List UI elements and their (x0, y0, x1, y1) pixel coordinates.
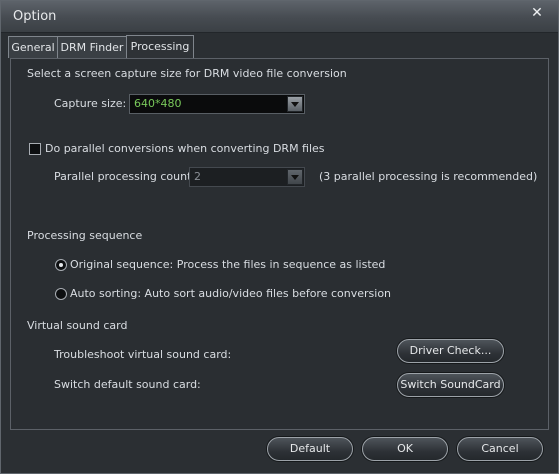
parallel-count-select[interactable]: 2 (189, 167, 305, 187)
capture-size-select[interactable]: 640*480 (129, 94, 305, 114)
capture-size-value: 640*480 (134, 97, 182, 110)
parallel-count-value: 2 (194, 170, 201, 183)
capture-size-label: Capture size: (54, 97, 127, 110)
title-bar[interactable]: Option ✕ (1, 1, 558, 33)
parallel-count-label: Parallel processing count: (54, 170, 196, 183)
parallel-count-note: (3 parallel processing is recommended) (319, 170, 538, 183)
switch-soundcard-button[interactable]: Switch SoundCard (397, 373, 504, 397)
cancel-button[interactable]: Cancel (457, 437, 543, 461)
original-sequence-label: Original sequence: Process the files in … (70, 258, 386, 271)
chevron-down-icon[interactable] (287, 96, 303, 112)
parallel-conversion-checkbox[interactable] (29, 143, 41, 155)
driver-check-button[interactable]: Driver Check... (397, 339, 504, 363)
chevron-down-icon[interactable] (287, 169, 303, 185)
original-sequence-radio[interactable] (55, 259, 67, 271)
switch-sound-card-label: Switch default sound card: (54, 378, 201, 391)
parallel-conversion-label: Do parallel conversions when converting … (45, 142, 325, 155)
dialog-title: Option (13, 9, 57, 24)
tab-general[interactable]: General (8, 36, 58, 58)
auto-sorting-radio[interactable] (55, 288, 67, 300)
virtual-sound-card-heading: Virtual sound card (27, 319, 128, 332)
default-button[interactable]: Default (267, 437, 353, 461)
ok-button[interactable]: OK (362, 437, 448, 461)
tab-drm-finder[interactable]: DRM Finder (57, 36, 127, 58)
processing-sequence-heading: Processing sequence (27, 229, 143, 242)
close-icon[interactable]: ✕ (527, 4, 547, 22)
processing-panel: Select a screen capture size for DRM vid… (10, 58, 549, 430)
auto-sorting-label: Auto sorting: Auto sort audio/video file… (70, 287, 392, 300)
tab-processing[interactable]: Processing (126, 35, 194, 59)
option-dialog: Option ✕ General DRM Finder Processing S… (0, 0, 559, 474)
capture-description: Select a screen capture size for DRM vid… (27, 67, 347, 80)
troubleshoot-label: Troubleshoot virtual sound card: (54, 348, 232, 361)
